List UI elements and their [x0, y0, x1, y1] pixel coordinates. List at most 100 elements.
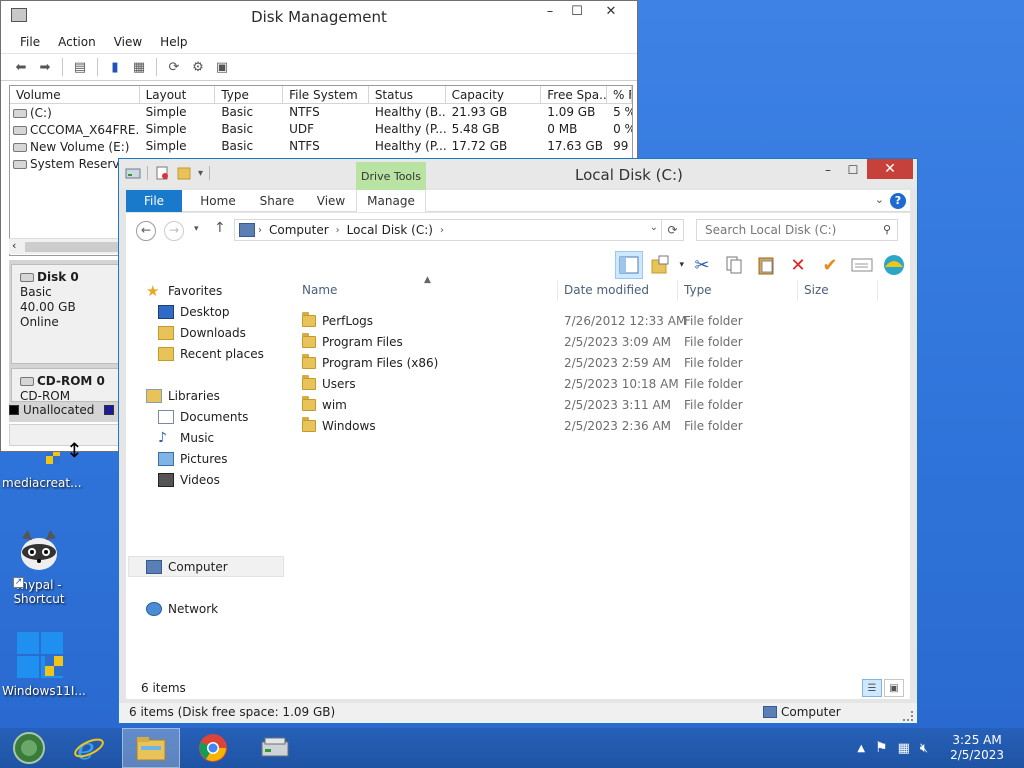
- desktop-icon-mypal[interactable]: ↗ mypal - Shortcut: [1, 528, 77, 606]
- column-header-volume[interactable]: Volume: [10, 86, 140, 103]
- column-header-layout[interactable]: Layout: [140, 86, 216, 103]
- refresh-icon[interactable]: ⟳: [164, 58, 184, 76]
- properties-card-icon[interactable]: [848, 251, 876, 279]
- volume-muted-icon[interactable]: 🔇︎: [920, 741, 928, 756]
- rename-checkmark-icon[interactable]: ✔: [816, 251, 844, 279]
- action-center-flag-icon[interactable]: ⚑: [875, 740, 888, 756]
- file-row[interactable]: Program Files 2/5/2023 3:09 AM File fold…: [302, 332, 902, 353]
- tab-share[interactable]: Share: [248, 190, 306, 212]
- menu-file[interactable]: File: [11, 32, 49, 53]
- tab-view[interactable]: View: [306, 190, 356, 212]
- copy-icon[interactable]: [720, 251, 748, 279]
- details-view-icon[interactable]: ☰: [862, 679, 882, 697]
- tab-home[interactable]: Home: [188, 190, 248, 212]
- shell-icon[interactable]: [880, 251, 908, 279]
- nav-recent-places[interactable]: Recent places: [158, 344, 264, 363]
- properties-icon[interactable]: [154, 165, 170, 181]
- breadcrumb-separator-icon[interactable]: ›: [255, 225, 265, 236]
- tab-file[interactable]: File: [126, 190, 182, 212]
- address-bar[interactable]: › Computer › Local Disk (C:) › ⌄: [234, 219, 662, 241]
- settings-icon[interactable]: ⚙: [188, 58, 208, 76]
- volume-row[interactable]: New Volume (E:) Simple Basic NTFS Health…: [10, 138, 632, 155]
- network-status-icon[interactable]: ▦: [898, 741, 910, 756]
- disk-0-panel[interactable]: Disk 0 Basic 40.00 GB Online: [11, 264, 119, 364]
- column-header-file-system[interactable]: File System: [283, 86, 369, 103]
- title-bar[interactable]: ▾ Drive Tools Local Disk (C:) – ☐ ✕: [119, 159, 917, 190]
- nav-documents[interactable]: Documents: [158, 407, 248, 426]
- nav-desktop[interactable]: Desktop: [158, 302, 230, 321]
- scroll-left-icon[interactable]: ‹: [12, 239, 16, 252]
- volume-row[interactable]: (C:) Simple Basic NTFS Healthy (B... 21.…: [10, 104, 632, 121]
- large-icons-view-icon[interactable]: ▣: [884, 679, 904, 697]
- forward-button[interactable]: →: [164, 221, 184, 241]
- new-folder-icon[interactable]: [176, 165, 192, 181]
- column-header-type[interactable]: Type: [215, 86, 284, 103]
- minimize-button[interactable]: –: [815, 161, 841, 179]
- column-header-name[interactable]: ▲ Name: [296, 275, 558, 301]
- delete-icon[interactable]: ✕: [784, 251, 812, 279]
- file-row[interactable]: Program Files (x86) 2/5/2023 2:59 AM Fil…: [302, 353, 902, 374]
- expand-ribbon-icon[interactable]: ⌄: [875, 193, 884, 206]
- help-book-icon[interactable]: ▮: [105, 58, 125, 76]
- nav-music[interactable]: ♪ Music: [158, 428, 214, 447]
- paste-icon[interactable]: [752, 251, 780, 279]
- close-button[interactable]: ✕: [597, 1, 625, 22]
- menu-view[interactable]: View: [105, 32, 151, 53]
- breadcrumb-local-disk[interactable]: Local Disk (C:): [343, 223, 437, 237]
- recent-locations-icon[interactable]: ▾: [194, 224, 199, 234]
- column-header-percent-free[interactable]: % F: [607, 86, 632, 103]
- preview-pane-icon[interactable]: [615, 251, 644, 279]
- file-row[interactable]: Users 2/5/2023 10:18 AM File folder: [302, 374, 902, 395]
- address-dropdown-icon[interactable]: ⌄: [650, 222, 658, 233]
- customize-qat-icon[interactable]: ▾: [198, 168, 203, 179]
- file-row[interactable]: wim 2/5/2023 3:11 AM File folder: [302, 395, 902, 416]
- options-dropdown-icon[interactable]: ▾: [679, 260, 684, 270]
- breadcrumb-separator-icon[interactable]: ›: [333, 225, 343, 236]
- column-header-size[interactable]: Size: [798, 281, 878, 301]
- cdrom-0-panel[interactable]: CD-ROM 0 CD-ROM: [11, 368, 119, 403]
- maximize-button[interactable]: ☐: [840, 161, 866, 179]
- back-arrow-icon[interactable]: ⬅: [11, 58, 31, 76]
- rescan-icon[interactable]: ▣: [212, 58, 232, 76]
- resize-grip[interactable]: [903, 711, 913, 721]
- breadcrumb-separator-icon[interactable]: ›: [437, 225, 447, 236]
- file-row[interactable]: Windows 2/5/2023 2:36 AM File folder: [302, 416, 902, 437]
- scrollbar-thumb[interactable]: [25, 242, 121, 252]
- file-explorer-taskbar-icon[interactable]: [122, 728, 180, 768]
- refresh-button[interactable]: ⟳: [662, 219, 684, 241]
- title-bar[interactable]: Disk Management – ☐ ✕: [1, 1, 637, 32]
- file-row[interactable]: PerfLogs 7/26/2012 12:33 AM File folder: [302, 311, 902, 332]
- minimize-button[interactable]: –: [536, 1, 564, 22]
- cut-icon[interactable]: ✂: [688, 251, 716, 279]
- nav-pictures[interactable]: Pictures: [158, 449, 228, 468]
- forward-arrow-icon[interactable]: ➡: [35, 58, 55, 76]
- nav-computer[interactable]: Computer: [146, 557, 228, 576]
- column-header-free-space[interactable]: Free Spa...: [541, 86, 608, 103]
- show-hidden-icons-icon[interactable]: ▲: [857, 743, 865, 754]
- menu-help[interactable]: Help: [151, 32, 196, 53]
- back-button[interactable]: ←: [136, 221, 156, 241]
- horizontal-scrollbar[interactable]: ‹: [9, 238, 121, 254]
- desktop-icon-windows11[interactable]: Windows11I...: [2, 630, 86, 698]
- help-icon[interactable]: ?: [890, 193, 906, 209]
- nav-network[interactable]: Network: [146, 599, 218, 618]
- nav-downloads[interactable]: Downloads: [158, 323, 246, 342]
- column-header-type[interactable]: Type: [678, 281, 798, 301]
- folder-options-icon[interactable]: [647, 251, 675, 279]
- up-arrow-icon[interactable]: ↑: [214, 220, 226, 236]
- clock[interactable]: 3:25 AM 2/5/2023: [950, 733, 1004, 763]
- column-header-capacity[interactable]: Capacity: [446, 86, 542, 103]
- properties-icon[interactable]: ▦: [129, 58, 149, 76]
- nav-favorites[interactable]: ★ Favorites: [146, 281, 222, 300]
- show-hide-tree-icon[interactable]: ▤: [70, 58, 90, 76]
- disk-management-taskbar-icon[interactable]: [246, 728, 304, 768]
- close-button[interactable]: ✕: [867, 159, 913, 179]
- menu-action[interactable]: Action: [49, 32, 105, 53]
- internet-explorer-icon[interactable]: e: [60, 728, 118, 768]
- chrome-icon[interactable]: [184, 728, 242, 768]
- start-orb-icon[interactable]: [0, 728, 58, 768]
- nav-libraries[interactable]: Libraries: [146, 386, 220, 405]
- column-header-status[interactable]: Status: [369, 86, 446, 103]
- maximize-button[interactable]: ☐: [563, 1, 591, 22]
- search-input[interactable]: Search Local Disk (C:) ⚲: [696, 219, 898, 241]
